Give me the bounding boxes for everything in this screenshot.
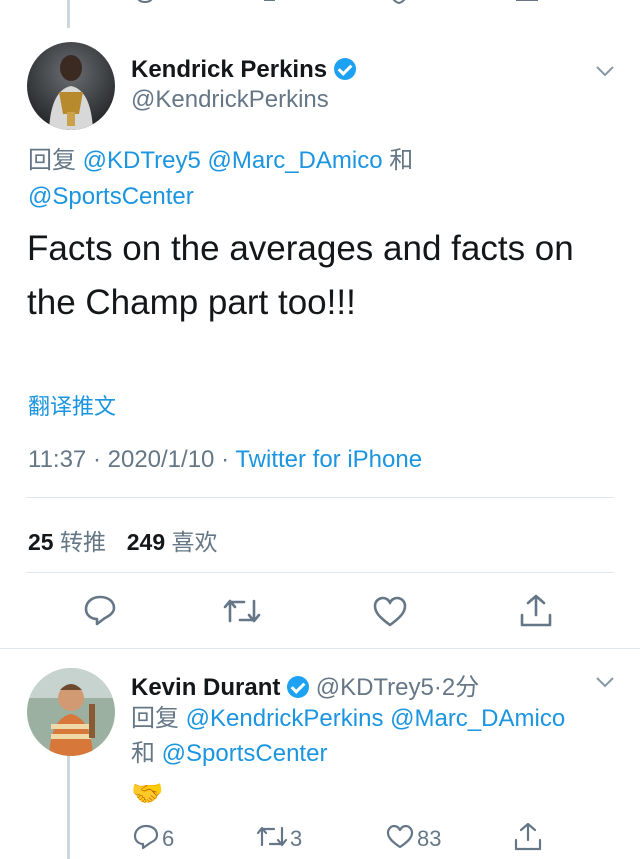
mention-kendrickperkins[interactable]: @KendrickPerkins xyxy=(186,705,384,732)
mention-sportscenter[interactable]: @SportsCenter xyxy=(28,183,194,210)
reply-prefix: 回复 xyxy=(131,705,179,732)
tweet-date: 2020/1/10 xyxy=(107,446,215,473)
share-icon[interactable] xyxy=(515,0,539,4)
mention-sportscenter[interactable]: @SportsCenter xyxy=(162,740,328,767)
tweet-text-line-2: the Champ part too!!! xyxy=(27,283,356,322)
tweet-text: Facts on the averages and facts on the C… xyxy=(27,222,627,330)
reply-emoji: 🤝 xyxy=(131,778,164,808)
divider xyxy=(26,497,614,498)
retweet-count[interactable]: 3 xyxy=(290,826,302,852)
reply-author-handle[interactable]: @KDTrey5 xyxy=(316,674,434,701)
meta-separator: · xyxy=(92,446,101,473)
share-icon[interactable] xyxy=(514,822,542,852)
retweet-icon[interactable] xyxy=(256,825,288,849)
author-handle[interactable]: @KendrickPerkins xyxy=(131,86,329,114)
reply-joiner: 和 xyxy=(389,147,414,174)
mention-marc-damico[interactable]: @Marc_DAmico xyxy=(390,705,565,732)
translate-tweet-link[interactable]: 翻译推文 xyxy=(28,389,116,421)
divider xyxy=(26,572,614,573)
like-count[interactable]: 83 xyxy=(417,826,441,852)
previous-tweet-actions xyxy=(0,0,640,8)
like-icon[interactable] xyxy=(372,596,408,628)
replying-to: 回复 @KDTrey5 @Marc_DAmico 和 @SportsCenter xyxy=(28,143,608,215)
divider xyxy=(0,648,640,649)
like-count[interactable]: 249 xyxy=(127,529,165,555)
kendrick-perkins-avatar[interactable] xyxy=(27,42,115,130)
tweet-time: 11:37 xyxy=(28,446,87,473)
share-icon[interactable] xyxy=(519,593,553,629)
reply-icon[interactable] xyxy=(83,594,117,626)
reply-joiner: 和 xyxy=(131,740,155,767)
chevron-down-icon[interactable] xyxy=(595,676,615,688)
tweet-text-line-1: Facts on the averages and facts on xyxy=(27,229,574,268)
like-label[interactable]: 喜欢 xyxy=(172,529,218,555)
retweet-icon[interactable] xyxy=(222,597,262,625)
chevron-down-icon[interactable] xyxy=(595,65,615,77)
reply-action-bar: 6 3 83 xyxy=(0,822,640,854)
retweet-count[interactable]: 25 xyxy=(28,529,54,555)
reply-icon[interactable] xyxy=(135,0,155,4)
like-icon[interactable] xyxy=(388,0,410,4)
retweet-icon[interactable] xyxy=(262,0,286,4)
mention-kdtrey5[interactable]: @KDTrey5 xyxy=(83,147,201,174)
reply-prefix: 回复 xyxy=(28,147,76,174)
tweet-client-link[interactable]: Twitter for iPhone xyxy=(235,446,422,473)
reply-time-ago: 2分 xyxy=(441,674,480,701)
reply-replying-to: 回复 @KendrickPerkins @Marc_DAmico 和 @Spor… xyxy=(131,701,621,771)
kevin-durant-avatar[interactable] xyxy=(27,668,115,756)
meta-separator: · xyxy=(433,674,442,701)
tweet-meta: 11:37 · 2020/1/10 · Twitter for iPhone xyxy=(28,446,422,474)
mention-marc-damico[interactable]: @Marc_DAmico xyxy=(208,147,383,174)
reply-icon[interactable] xyxy=(133,824,159,850)
verified-badge-icon xyxy=(287,676,310,698)
like-icon[interactable] xyxy=(386,825,414,849)
meta-separator: · xyxy=(221,446,230,473)
verified-badge-icon xyxy=(333,58,356,80)
reply-count[interactable]: 6 xyxy=(162,826,174,852)
tweet-stats: 25 转推 249 喜欢 xyxy=(28,523,218,557)
reply-author-name[interactable]: Kevin Durant xyxy=(131,674,280,701)
retweet-label[interactable]: 转推 xyxy=(60,529,106,555)
author-name[interactable]: Kendrick Perkins xyxy=(131,56,327,83)
